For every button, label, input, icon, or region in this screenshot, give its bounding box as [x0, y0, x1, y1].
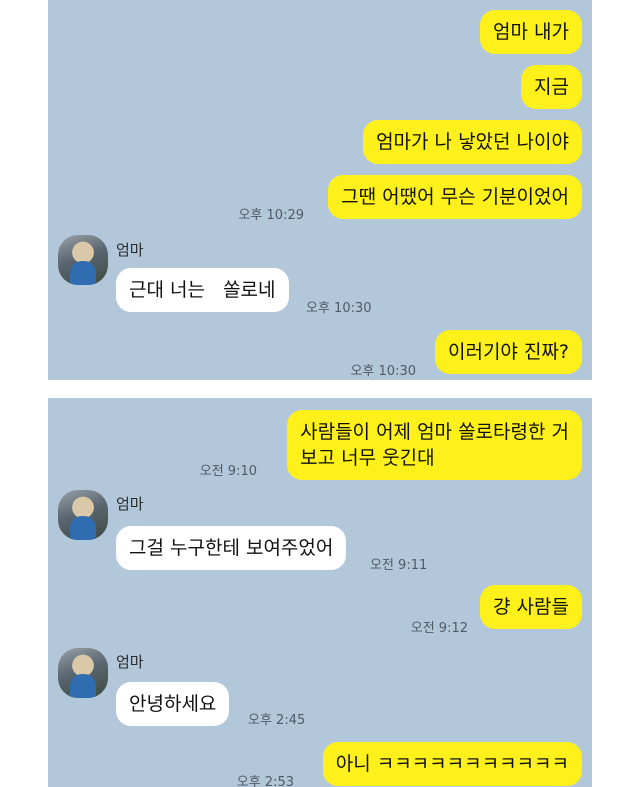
avatar[interactable]: [58, 490, 108, 540]
outgoing-message[interactable]: 아니 ㅋㅋㅋㅋㅋㅋㅋㅋㅋㅋㅋ: [322, 742, 582, 786]
message-line: 사람들이 어제 엄마 쏠로타령한 거: [300, 421, 569, 443]
outgoing-message[interactable]: 걍 사람들: [480, 585, 582, 629]
outgoing-message[interactable]: 엄마 내가: [480, 10, 582, 54]
message-line: 보고 너무 웃긴대: [300, 447, 435, 469]
message-timestamp: 오후 10:30: [350, 364, 416, 379]
sender-name: 엄마: [116, 241, 144, 259]
incoming-message[interactable]: 안녕하세요: [116, 682, 230, 726]
message-timestamp: 오후 10:29: [238, 208, 304, 223]
outgoing-message[interactable]: 그땐 어땠어 무슨 기분이었어: [328, 175, 582, 219]
avatar[interactable]: [58, 235, 108, 285]
incoming-message[interactable]: 근대 너는 쏠로네: [116, 268, 289, 312]
sender-name: 엄마: [116, 495, 144, 513]
incoming-message[interactable]: 그걸 누구한테 보여주었어: [116, 526, 347, 570]
chat-panel-2: 사람들이 어제 엄마 쏠로타령한 거 보고 너무 웃긴대 오전 9:10 엄마 …: [48, 398, 592, 787]
message-timestamp: 오후 2:45: [248, 713, 306, 728]
message-timestamp: 오전 9:12: [410, 621, 468, 636]
avatar[interactable]: [58, 648, 108, 698]
message-timestamp: 오전 9:11: [370, 558, 428, 573]
chat-panel-1: 엄마 내가 지금 엄마가 나 낳았던 나이야 그땐 어땠어 무슨 기분이었어 오…: [48, 0, 592, 380]
message-timestamp: 오후 10:30: [306, 301, 372, 316]
sender-name: 엄마: [116, 653, 144, 671]
outgoing-message[interactable]: 엄마가 나 낳았던 나이야: [363, 120, 582, 164]
outgoing-message[interactable]: 사람들이 어제 엄마 쏠로타령한 거 보고 너무 웃긴대: [287, 410, 582, 480]
outgoing-message[interactable]: 지금: [521, 65, 582, 109]
message-timestamp: 오전 9:10: [199, 464, 257, 479]
outgoing-message[interactable]: 이러기야 진짜?: [434, 330, 582, 374]
message-timestamp: 오후 2:53: [236, 775, 294, 787]
